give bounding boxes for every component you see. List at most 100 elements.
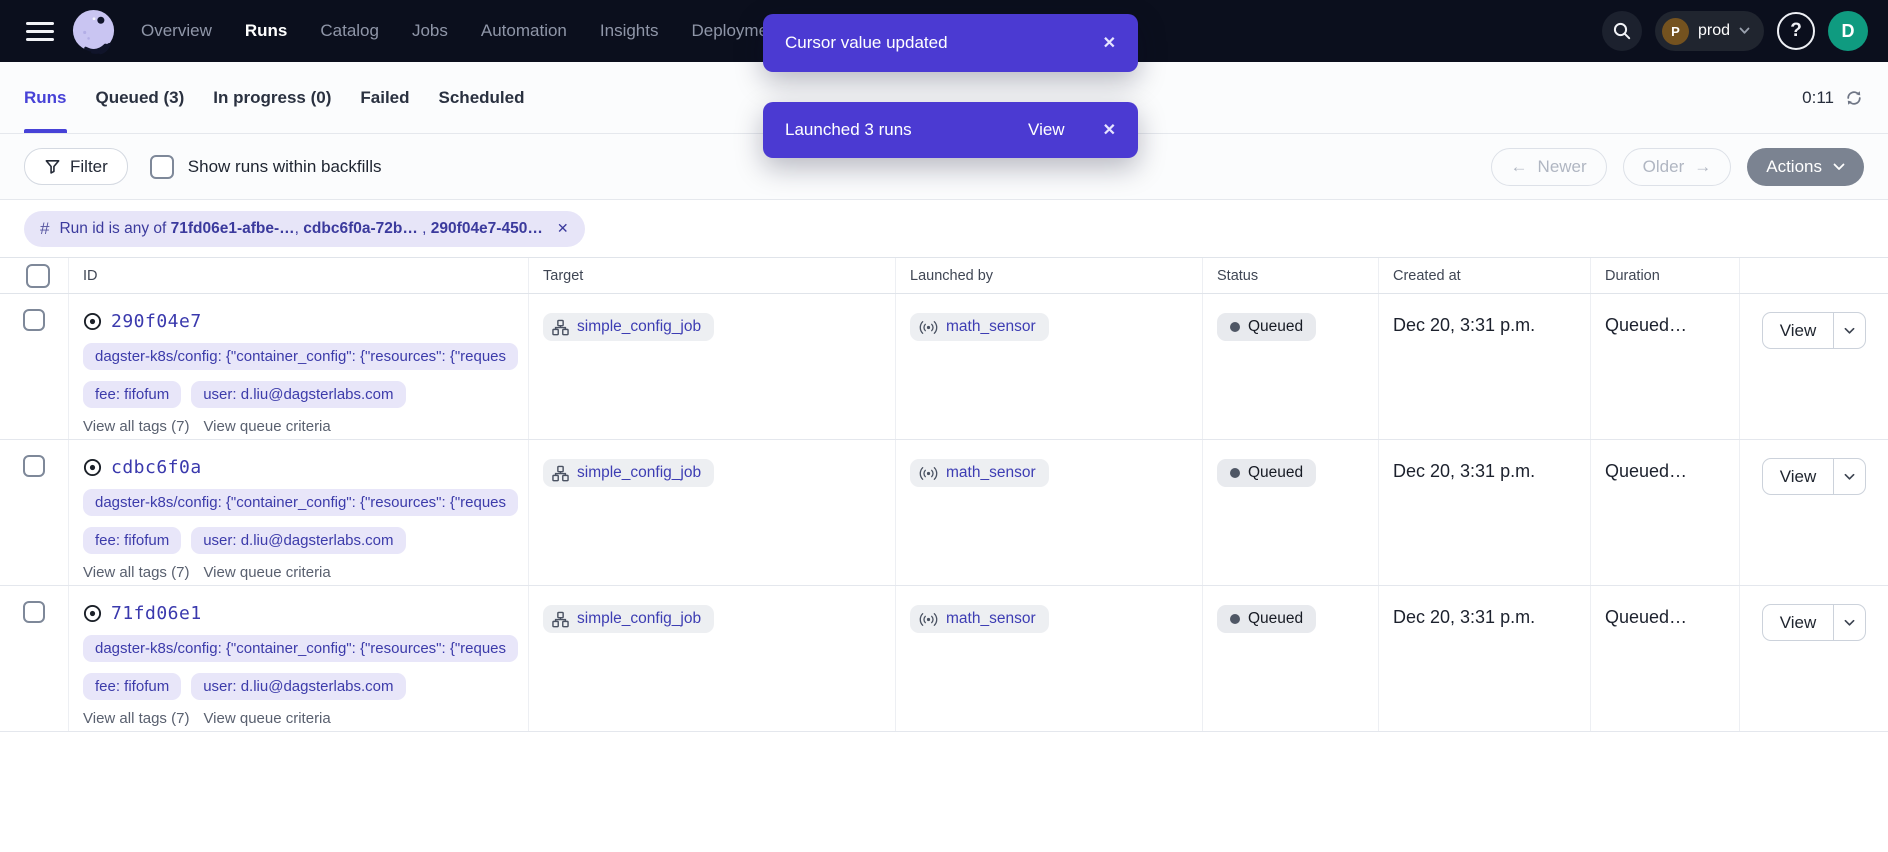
table-header-row: ID Target Launched by Status Created at … [0,258,1888,294]
view-queue-criteria-link[interactable]: View queue criteria [203,710,330,727]
view-queue-criteria-link[interactable]: View queue criteria [203,564,330,581]
sensor-chip[interactable]: math_sensor [910,605,1049,633]
fee-tag[interactable]: fee: fifofum [83,381,181,408]
nav-item-catalog[interactable]: Catalog [320,21,379,41]
table-row: 290f04e7 dagster-k8s/config: {"container… [0,294,1888,440]
search-button[interactable] [1602,11,1642,51]
job-chip-label: simple_config_job [577,610,701,628]
nav-item-runs[interactable]: Runs [245,21,288,41]
filter-chip-text: Run id is any of 71fd06e1-afbe-…, cdbc6f… [59,220,542,238]
nav-item-overview[interactable]: Overview [141,21,212,41]
close-icon[interactable]: ✕ [1103,33,1116,53]
sensor-icon [919,612,938,627]
duration-cell: Queued… [1591,586,1740,731]
job-icon [552,465,569,482]
view-button-label[interactable]: View [1763,313,1834,348]
sensor-chip[interactable]: math_sensor [910,459,1049,487]
run-id-link[interactable]: cdbc6f0a [111,457,202,478]
status-dot-icon [1230,322,1240,332]
refresh-countdown: 0:11 [1802,88,1834,108]
help-button[interactable]: ? [1777,12,1815,50]
user-tag[interactable]: user: d.liu@dagsterlabs.com [191,381,405,408]
user-tag[interactable]: user: d.liu@dagsterlabs.com [191,527,405,554]
close-icon[interactable]: ✕ [1103,120,1116,140]
view-split-button[interactable]: View [1762,312,1867,349]
view-all-tags-link[interactable]: View all tags (7) [83,710,189,727]
filter-button-label: Filter [70,157,108,177]
view-split-button[interactable]: View [1762,458,1867,495]
created-at-cell: Dec 20, 3:31 p.m. [1379,440,1591,585]
fee-tag[interactable]: fee: fifofum [83,673,181,700]
job-chip[interactable]: simple_config_job [543,459,714,487]
status-cell: Queued [1203,440,1379,585]
hash-icon: # [40,219,49,239]
refresh-icon[interactable] [1844,88,1864,108]
sensor-chip[interactable]: math_sensor [910,313,1049,341]
active-filters-row: # Run id is any of 71fd06e1-afbe-…, cdbc… [0,200,1888,257]
view-all-tags-link[interactable]: View all tags (7) [83,418,189,435]
pagination-actions-cluster: ← Newer Older → Actions [1491,148,1864,186]
user-avatar[interactable]: D [1828,11,1868,51]
environment-switcher[interactable]: P prod [1655,11,1764,51]
status-label: Queued [1248,318,1303,336]
search-icon [1612,21,1632,41]
status-dot-icon [1230,468,1240,478]
view-split-button[interactable]: View [1762,604,1867,641]
column-header-created-at: Created at [1379,258,1591,293]
view-button-label[interactable]: View [1763,459,1834,494]
view-all-tags-link[interactable]: View all tags (7) [83,564,189,581]
view-queue-criteria-link[interactable]: View queue criteria [203,418,330,435]
older-button[interactable]: Older → [1623,148,1732,186]
filter-chip-close-icon[interactable]: ✕ [557,220,569,237]
select-all-checkbox[interactable] [26,264,50,288]
topbar-right-cluster: P prod ? D [1602,11,1868,51]
tab-queued[interactable]: Queued (3) [96,62,185,133]
target-cell: simple_config_job [529,294,896,439]
actions-button[interactable]: Actions [1747,148,1864,186]
sensor-chip-label: math_sensor [946,464,1036,482]
run-id-link[interactable]: 71fd06e1 [111,603,202,624]
filter-chip-prefix: Run id is any of [59,220,166,237]
tab-scheduled[interactable]: Scheduled [439,62,525,133]
newer-button[interactable]: ← Newer [1491,148,1607,186]
column-header-actions [1740,258,1888,293]
view-button-label[interactable]: View [1763,605,1834,640]
environment-name: prod [1698,22,1730,40]
created-at-cell: Dec 20, 3:31 p.m. [1379,586,1591,731]
status-dot-icon [1230,614,1240,624]
toast-message: Launched 3 runs [785,120,912,140]
row-checkbox[interactable] [23,455,45,477]
k8s-config-tag[interactable]: dagster-k8s/config: {"container_config":… [83,489,518,516]
view-button-caret[interactable] [1834,313,1865,348]
tab-failed[interactable]: Failed [360,62,409,133]
run-id-filter-chip[interactable]: # Run id is any of 71fd06e1-afbe-…, cdbc… [24,211,585,247]
duration-value: Queued… [1605,607,1739,628]
chevron-down-icon [1833,163,1845,171]
job-chip[interactable]: simple_config_job [543,605,714,633]
hamburger-menu-icon[interactable] [26,22,54,41]
k8s-config-tag[interactable]: dagster-k8s/config: {"container_config":… [83,635,518,662]
tab-in-progress[interactable]: In progress (0) [213,62,331,133]
user-tag[interactable]: user: d.liu@dagsterlabs.com [191,673,405,700]
user-avatar-initial: D [1842,21,1855,42]
job-chip[interactable]: simple_config_job [543,313,714,341]
older-button-label: Older [1643,157,1685,177]
fee-tag[interactable]: fee: fifofum [83,527,181,554]
duration-value: Queued… [1605,461,1739,482]
view-button-caret[interactable] [1834,459,1865,494]
nav-item-jobs[interactable]: Jobs [412,21,448,41]
filter-button[interactable]: Filter [24,148,128,185]
nav-item-insights[interactable]: Insights [600,21,659,41]
tab-runs[interactable]: Runs [24,62,67,133]
view-button-caret[interactable] [1834,605,1865,640]
filter-chip-separator: , [418,220,431,237]
backfills-checkbox[interactable] [150,155,174,179]
k8s-config-tag[interactable]: dagster-k8s/config: {"container_config":… [83,343,518,370]
row-checkbox[interactable] [23,309,45,331]
run-id-link[interactable]: 290f04e7 [111,311,202,332]
id-cell: 71fd06e1 dagster-k8s/config: {"container… [69,586,529,731]
nav-item-automation[interactable]: Automation [481,21,567,41]
dagster-logo-icon[interactable] [70,8,117,55]
toast-view-link[interactable]: View [1028,120,1065,140]
row-checkbox[interactable] [23,601,45,623]
